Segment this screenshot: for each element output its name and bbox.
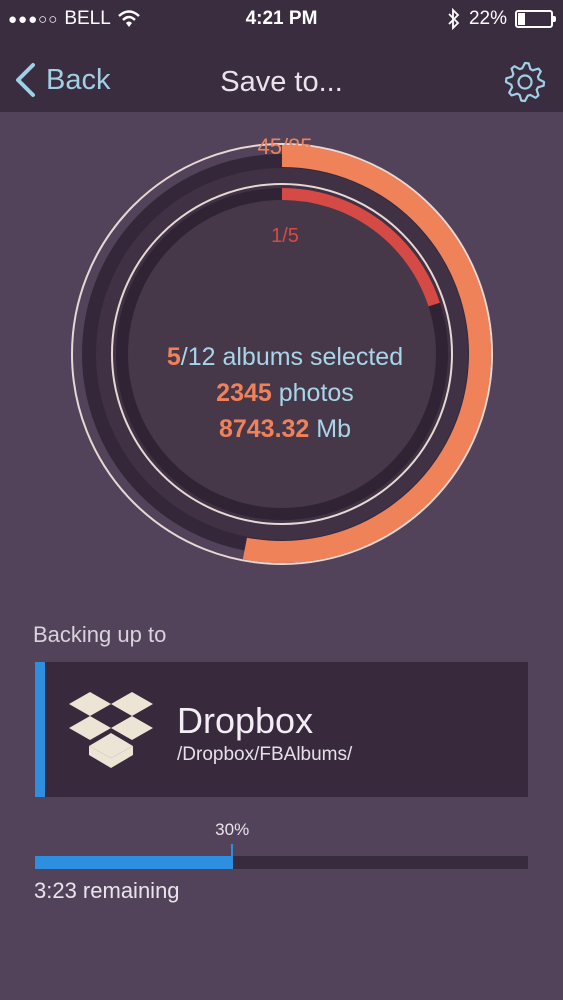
size-value: 8743.32 bbox=[218, 415, 310, 443]
battery-percent: 22% bbox=[468, 8, 507, 29]
size-line: 8743.32 Mb bbox=[70, 411, 500, 447]
photos-line: 2345 photos bbox=[70, 375, 500, 411]
upload-percent: 30% bbox=[215, 820, 250, 839]
albums-line: 5/12 albums selected bbox=[70, 339, 500, 375]
photos-label: photos bbox=[271, 379, 354, 407]
destination-path: /Dropbox/FBAlbums/ bbox=[177, 744, 353, 765]
photos-count: 2345 bbox=[216, 379, 272, 407]
dropbox-icon bbox=[69, 692, 153, 768]
upload-progress-bar bbox=[35, 844, 528, 869]
upload-progress-marker bbox=[231, 844, 234, 869]
albums-progress-count: 1/5 bbox=[271, 225, 299, 247]
destination-accent bbox=[35, 662, 45, 797]
albums-selected-count: 5 bbox=[166, 343, 181, 371]
size-unit: Mb bbox=[309, 415, 352, 443]
battery-fill bbox=[518, 13, 526, 25]
page-title: Save to... bbox=[220, 66, 343, 98]
destination-name: Dropbox bbox=[177, 700, 314, 741]
progress-ring: 45/85 1/5 5/12 albums selected 2345 phot… bbox=[70, 128, 500, 568]
time-remaining: 3:23 remaining bbox=[34, 878, 180, 903]
photos-progress-count: 45/85 bbox=[257, 134, 313, 159]
selection-summary: 5/12 albums selected 2345 photos 8743.32… bbox=[70, 339, 500, 447]
albums-total-text: /12 albums selected bbox=[180, 343, 404, 371]
backing-up-label: Backing up to bbox=[33, 622, 167, 647]
upload-progress-fill bbox=[35, 856, 233, 869]
navigation-bar: Back Save to... bbox=[0, 52, 563, 112]
status-bar: ●●●○○ BELL 4:21 PM 22% bbox=[0, 0, 563, 40]
battery-icon bbox=[515, 10, 556, 28]
gear-icon[interactable] bbox=[503, 60, 547, 104]
destination-card[interactable]: Dropbox /Dropbox/FBAlbums/ bbox=[35, 662, 528, 797]
bluetooth-icon bbox=[448, 8, 460, 30]
